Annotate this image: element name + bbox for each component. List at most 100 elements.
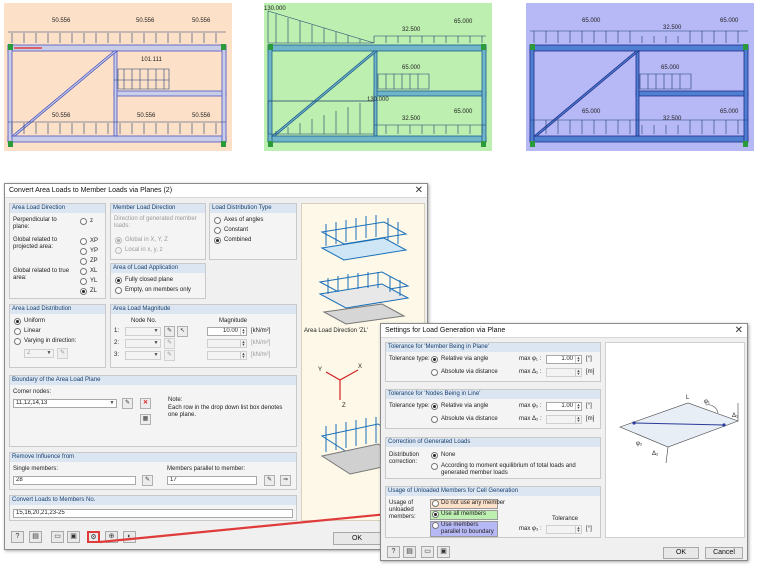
parallel-members-input[interactable]: 17 bbox=[167, 476, 257, 485]
radio-parallel-boundary[interactable] bbox=[432, 522, 439, 529]
radio-absolute-label: Absolute via distance bbox=[441, 416, 498, 422]
new-plane-button[interactable]: ▦ bbox=[140, 414, 151, 425]
radio-fully-closed[interactable] bbox=[115, 277, 122, 284]
radio-all-members-label: Use all members bbox=[441, 511, 487, 517]
radio-z[interactable] bbox=[80, 218, 87, 225]
delete-plane-button[interactable]: ✕ bbox=[140, 398, 151, 409]
chevron-down-icon: ▼ bbox=[46, 350, 52, 356]
projected-label: Global related to projected area: bbox=[13, 237, 58, 250]
corner-nodes-select[interactable]: 11,12,14,13 ▼ bbox=[13, 399, 117, 408]
radio-empty[interactable] bbox=[115, 287, 122, 294]
max-phi-input[interactable]: 1.00 ▲ ▼ bbox=[546, 355, 582, 364]
radio-relative-angle[interactable] bbox=[431, 403, 438, 410]
radio-linear[interactable] bbox=[14, 328, 21, 335]
unit-label: [m] bbox=[586, 416, 595, 422]
radio-yp[interactable] bbox=[80, 248, 87, 255]
load-application-group: Area of Load Application Fully closed pl… bbox=[110, 263, 206, 299]
single-members-input[interactable]: 28 bbox=[13, 476, 136, 485]
max-phi-input[interactable]: 1.00 ▲ ▼ bbox=[546, 402, 582, 411]
load-label: 65.000 bbox=[454, 19, 473, 25]
magnitude-input[interactable]: ▲ ▼ bbox=[207, 351, 247, 360]
units-button[interactable]: ▤ bbox=[403, 546, 416, 558]
max-delta-input[interactable]: ▲ ▼ bbox=[546, 415, 582, 424]
pick-node-button[interactable]: ✎ bbox=[164, 338, 175, 349]
pick-corner-nodes-button[interactable]: ✎ bbox=[122, 398, 133, 409]
max-delta-input[interactable]: ▲ ▼ bbox=[546, 368, 582, 377]
radio-z-label: z bbox=[90, 218, 93, 224]
direction-value: Z bbox=[27, 350, 31, 356]
spinner[interactable]: ▲ ▼ bbox=[240, 340, 246, 347]
node-select[interactable]: ▼ bbox=[125, 327, 161, 336]
open-button[interactable]: ▭ bbox=[51, 531, 64, 543]
load-label: 65.000 bbox=[402, 65, 421, 71]
unit-label: [m] bbox=[586, 369, 595, 375]
radio-constant[interactable] bbox=[214, 227, 221, 234]
spinner[interactable]: ▲ ▼ bbox=[575, 416, 581, 423]
ok-button[interactable]: OK bbox=[333, 532, 381, 545]
radio-no-member[interactable] bbox=[432, 500, 439, 507]
radio-fully-closed-label: Fully closed plane bbox=[125, 277, 174, 283]
radio-all-members[interactable] bbox=[432, 511, 439, 518]
row-label: 3: bbox=[114, 352, 120, 358]
open-button[interactable]: ▭ bbox=[421, 546, 434, 558]
radio-uniform[interactable] bbox=[14, 318, 21, 325]
close-icon[interactable]: ✕ bbox=[415, 184, 423, 198]
radio-absolute-distance[interactable] bbox=[431, 369, 438, 376]
save-button[interactable]: ▣ bbox=[67, 531, 80, 543]
radio-zp[interactable] bbox=[80, 258, 87, 265]
radio-moment-equilibrium[interactable] bbox=[431, 463, 438, 470]
node-select[interactable]: ▼ bbox=[125, 351, 161, 360]
radio-xp[interactable] bbox=[80, 238, 87, 245]
group-title: Load Distribution Type bbox=[210, 204, 296, 213]
radio-none-label: None bbox=[441, 452, 456, 458]
max-delta-label: max Δ₂ : bbox=[519, 416, 542, 422]
true-area-label: Global related to true area: bbox=[13, 268, 70, 281]
spinner[interactable]: ▲ ▼ bbox=[240, 328, 246, 335]
radio-xl[interactable] bbox=[80, 268, 87, 275]
radio-relative-angle[interactable] bbox=[431, 356, 438, 363]
magnitude-input[interactable]: 10.00 ▲ ▼ bbox=[207, 327, 247, 336]
pick-single-members-button[interactable]: ✎ bbox=[142, 475, 153, 486]
pick-node-button[interactable]: ✎ bbox=[164, 326, 175, 337]
spinner[interactable]: ▲ ▼ bbox=[240, 352, 246, 359]
node-select[interactable]: ▼ bbox=[125, 339, 161, 348]
radio-absolute-distance[interactable] bbox=[431, 416, 438, 423]
radio-yl[interactable] bbox=[80, 278, 87, 285]
radio-varying-label: Varying in direction: bbox=[24, 338, 77, 344]
chevron-down-icon: ▼ bbox=[153, 340, 159, 346]
settings-button[interactable]: ⚙ bbox=[87, 531, 100, 543]
pick-node-button[interactable]: ✎ bbox=[164, 350, 175, 361]
spinner[interactable]: ▲ ▼ bbox=[575, 403, 581, 410]
close-icon[interactable]: ✕ bbox=[735, 324, 743, 338]
radio-global-xyz[interactable] bbox=[115, 237, 122, 244]
convert-loads-group: Convert Loads to Members No. 15,16,20,21… bbox=[9, 495, 297, 521]
save-button[interactable]: ▣ bbox=[437, 546, 450, 558]
radio-axes-of-angles[interactable] bbox=[214, 217, 221, 224]
cancel-button[interactable]: Cancel bbox=[705, 547, 743, 559]
radio-local-xyz[interactable] bbox=[115, 247, 122, 254]
units-button[interactable]: ▤ bbox=[29, 531, 42, 543]
arrow-button[interactable]: ⇒ bbox=[280, 475, 291, 486]
convert-area-loads-dialog: Convert Area Loads to Member Loads via P… bbox=[4, 183, 428, 550]
help-button[interactable]: ? bbox=[387, 546, 400, 558]
group-title: Tolerance for 'Nodes Being in Line' bbox=[386, 390, 600, 399]
max-phi3-input[interactable]: ▲ ▼ bbox=[546, 525, 582, 534]
ok-button[interactable]: OK bbox=[663, 547, 699, 559]
spinner[interactable]: ▲ ▼ bbox=[575, 356, 581, 363]
zoom-button[interactable]: ⊕ bbox=[105, 531, 118, 543]
direction-select[interactable]: Z ▼ bbox=[24, 349, 54, 358]
radio-varying[interactable] bbox=[14, 338, 21, 345]
convert-members-input[interactable]: 15,16,20,21,23-25 bbox=[13, 509, 293, 518]
dialog-title: Settings for Load Generation via Plane bbox=[381, 324, 747, 338]
pick-direction-button[interactable]: ✎ bbox=[57, 348, 68, 359]
help-button[interactable]: ? bbox=[11, 531, 24, 543]
spinner[interactable]: ▲ ▼ bbox=[575, 369, 581, 376]
pick-node-button[interactable]: ↖ bbox=[177, 326, 188, 337]
pick-parallel-member-button[interactable]: ✎ bbox=[264, 475, 275, 486]
radio-combined[interactable] bbox=[214, 237, 221, 244]
view-button[interactable]: ◐ bbox=[123, 531, 136, 543]
radio-none[interactable] bbox=[431, 452, 438, 459]
radio-zl[interactable] bbox=[80, 288, 87, 295]
magnitude-input[interactable]: ▲ ▼ bbox=[207, 339, 247, 348]
spinner[interactable]: ▲ ▼ bbox=[575, 526, 581, 533]
